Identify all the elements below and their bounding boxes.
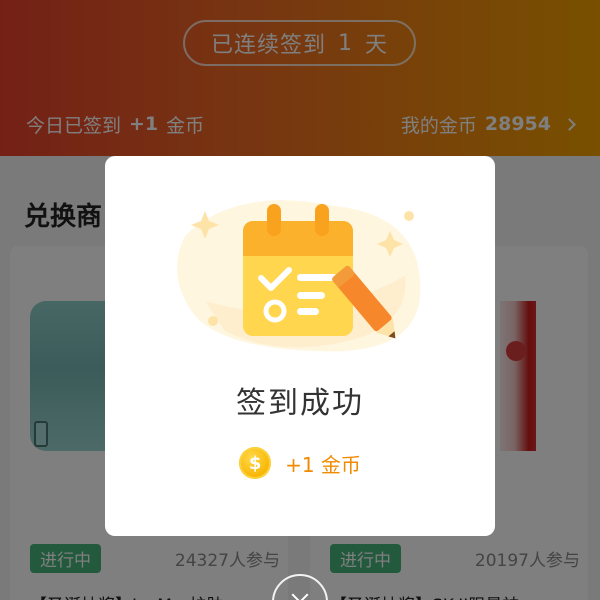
reward-text: +1 金币 [285, 449, 361, 478]
reward-unit: 金币 [320, 452, 361, 477]
calendar-checklist-icon [177, 200, 421, 352]
success-title: 签到成功 [236, 386, 364, 421]
reward-amount: +1 [285, 452, 315, 477]
sign-in-success-dialog: 签到成功 $ +1 金币 [105, 156, 495, 536]
coin-icon: $ [239, 447, 272, 479]
reward-row: $ +1 金币 [105, 445, 495, 481]
